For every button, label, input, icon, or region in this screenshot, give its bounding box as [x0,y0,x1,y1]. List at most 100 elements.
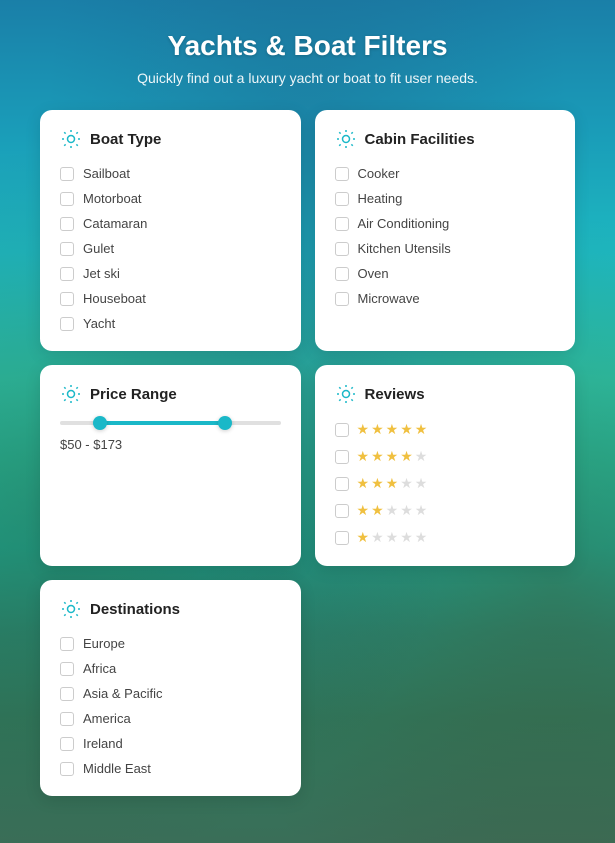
destination-item[interactable]: Africa [60,661,281,676]
boat-type-checkbox[interactable] [60,317,74,331]
star-group: ★★★★★ [357,421,428,438]
boat-type-checkbox[interactable] [60,242,74,256]
star-empty: ★ [415,448,428,465]
star-filled: ★ [371,421,384,438]
review-row[interactable]: ★★★★★ [335,502,556,519]
destination-item[interactable]: America [60,711,281,726]
destination-checkbox[interactable] [60,687,74,701]
cabin-facilities-header: Cabin Facilities [335,128,556,150]
reviews-icon [335,383,357,405]
cabin-facility-checkbox[interactable] [335,242,349,256]
cabin-facility-checkbox[interactable] [335,267,349,281]
price-value: $50 - $173 [60,437,281,452]
review-row[interactable]: ★★★★★ [335,421,556,438]
boat-type-label: Catamaran [83,216,147,231]
cabin-facility-checkbox[interactable] [335,192,349,206]
boat-type-item[interactable]: Sailboat [60,166,281,181]
review-row[interactable]: ★★★★★ [335,448,556,465]
destination-item[interactable]: Ireland [60,736,281,751]
star-empty: ★ [415,529,428,546]
boat-type-label: Yacht [83,316,115,331]
review-checkbox[interactable] [335,531,349,545]
star-filled: ★ [357,502,370,519]
destination-checkbox[interactable] [60,712,74,726]
boat-type-checkbox[interactable] [60,217,74,231]
star-filled: ★ [386,475,399,492]
star-filled: ★ [371,502,384,519]
destination-label: America [83,711,131,726]
destination-label: Europe [83,636,125,651]
reviews-card: Reviews ★★★★★★★★★★★★★★★★★★★★★★★★★ [315,365,576,566]
destination-item[interactable]: Asia & Pacific [60,686,281,701]
star-filled: ★ [357,421,370,438]
destination-item[interactable]: Europe [60,636,281,651]
star-filled: ★ [357,448,370,465]
boat-type-card: Boat Type Sailboat Motorboat Catamaran Gule… [40,110,301,351]
destination-checkbox[interactable] [60,737,74,751]
destination-checkbox[interactable] [60,637,74,651]
cabin-facility-label: Heating [358,191,403,206]
price-slider-track[interactable] [60,421,281,425]
review-checkbox[interactable] [335,450,349,464]
destinations-icon [60,598,82,620]
boat-type-header: Boat Type [60,128,281,150]
star-filled: ★ [386,448,399,465]
cabin-facility-checkbox[interactable] [335,292,349,306]
reviews-header: Reviews [335,383,556,405]
boat-type-checkbox[interactable] [60,167,74,181]
boat-type-checkbox[interactable] [60,267,74,281]
price-slider-thumb-min[interactable] [93,416,107,430]
destinations-list: Europe Africa Asia & Pacific America Ireland… [60,636,281,776]
cabin-facility-item[interactable]: Air Conditioning [335,216,556,231]
destination-label: Africa [83,661,116,676]
price-range-header: Price Range [60,383,281,405]
price-range-card: Price Range $50 - $173 [40,365,301,566]
destination-label: Asia & Pacific [83,686,162,701]
cabin-facility-item[interactable]: Kitchen Utensils [335,241,556,256]
destination-item[interactable]: Middle East [60,761,281,776]
price-range-title: Price Range [90,386,177,403]
star-empty: ★ [400,529,413,546]
cabin-facility-item[interactable]: Heating [335,191,556,206]
review-checkbox[interactable] [335,423,349,437]
boat-type-title: Boat Type [90,131,161,148]
cabin-facility-checkbox[interactable] [335,217,349,231]
cabin-facility-item[interactable]: Oven [335,266,556,281]
review-row[interactable]: ★★★★★ [335,475,556,492]
cabin-facility-checkbox[interactable] [335,167,349,181]
star-empty: ★ [386,502,399,519]
review-checkbox[interactable] [335,504,349,518]
boat-type-checkbox[interactable] [60,292,74,306]
star-empty: ★ [415,502,428,519]
boat-type-item[interactable]: Yacht [60,316,281,331]
filter-grid: Boat Type Sailboat Motorboat Catamaran Gule… [40,110,575,796]
destination-checkbox[interactable] [60,662,74,676]
boat-type-list: Sailboat Motorboat Catamaran Gulet Jet ski Ho… [60,166,281,331]
price-range-icon [60,383,82,405]
review-checkbox[interactable] [335,477,349,491]
boat-type-item[interactable]: Gulet [60,241,281,256]
boat-type-item[interactable]: Motorboat [60,191,281,206]
cabin-facility-label: Air Conditioning [358,216,450,231]
star-filled: ★ [386,421,399,438]
destination-checkbox[interactable] [60,762,74,776]
star-empty: ★ [400,475,413,492]
price-slider-fill [100,421,226,425]
cabin-facility-label: Oven [358,266,389,281]
star-filled: ★ [371,475,384,492]
star-empty: ★ [415,475,428,492]
boat-type-checkbox[interactable] [60,192,74,206]
star-filled: ★ [371,448,384,465]
cabin-facilities-card: Cabin Facilities Cooker Heating Air Condit… [315,110,576,351]
cabin-facility-item[interactable]: Cooker [335,166,556,181]
price-slider-thumb-max[interactable] [218,416,232,430]
cabin-facility-item[interactable]: Microwave [335,291,556,306]
boat-type-item[interactable]: Jet ski [60,266,281,281]
destinations-card: Destinations EuropeAfricaAsia & PacificA… [40,580,301,796]
star-filled: ★ [400,421,413,438]
star-empty: ★ [386,529,399,546]
page-subtitle: Quickly find out a luxury yacht or boat … [40,70,575,86]
boat-type-item[interactable]: Houseboat [60,291,281,306]
boat-type-item[interactable]: Catamaran [60,216,281,231]
review-row[interactable]: ★★★★★ [335,529,556,546]
